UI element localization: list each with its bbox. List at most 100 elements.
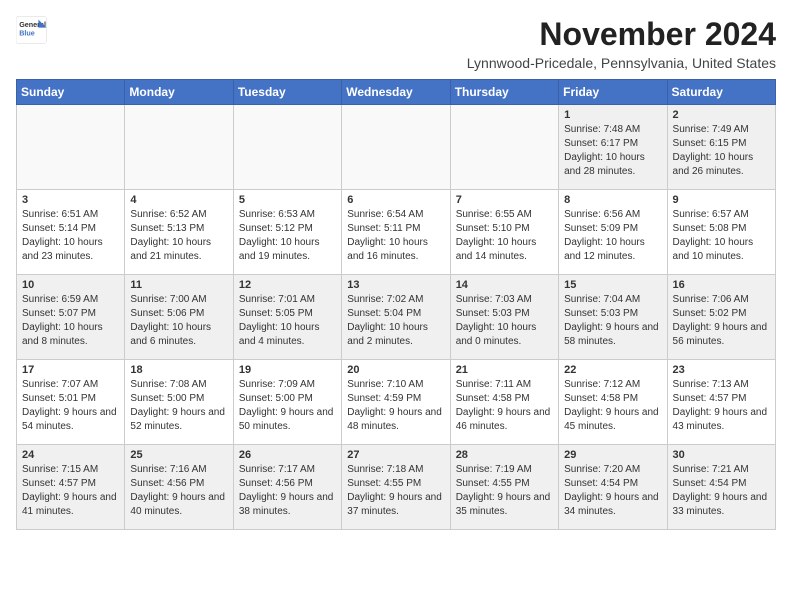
day-info: Sunrise: 6:55 AM Sunset: 5:10 PM Dayligh… xyxy=(456,208,553,264)
location: Lynnwood-Pricedale, Pennsylvania, United… xyxy=(467,55,776,71)
day-header: Thursday xyxy=(450,80,558,105)
day-info: Sunrise: 7:00 AM Sunset: 5:06 PM Dayligh… xyxy=(130,293,227,349)
calendar-cell xyxy=(125,105,233,190)
calendar-cell xyxy=(17,105,125,190)
calendar-cell xyxy=(233,105,341,190)
calendar-cell: 21 Sunrise: 7:11 AM Sunset: 4:58 PM Dayli… xyxy=(450,360,558,445)
day-info: Sunrise: 7:03 AM Sunset: 5:03 PM Dayligh… xyxy=(456,293,553,349)
day-info: Sunrise: 7:21 AM Sunset: 4:54 PM Dayligh… xyxy=(673,463,770,519)
calendar-cell: 10 Sunrise: 6:59 AM Sunset: 5:07 PM Dayli… xyxy=(17,275,125,360)
day-info: Sunrise: 7:16 AM Sunset: 4:56 PM Dayligh… xyxy=(130,463,227,519)
day-info: Sunrise: 7:01 AM Sunset: 5:05 PM Dayligh… xyxy=(239,293,336,349)
calendar-cell: 19 Sunrise: 7:09 AM Sunset: 5:00 PM Dayli… xyxy=(233,360,341,445)
calendar-cell: 18 Sunrise: 7:08 AM Sunset: 5:00 PM Dayli… xyxy=(125,360,233,445)
day-number: 15 xyxy=(564,279,661,291)
calendar-cell: 25 Sunrise: 7:16 AM Sunset: 4:56 PM Dayli… xyxy=(125,445,233,530)
day-header: Monday xyxy=(125,80,233,105)
day-number: 25 xyxy=(130,449,227,461)
day-number: 26 xyxy=(239,449,336,461)
day-info: Sunrise: 7:18 AM Sunset: 4:55 PM Dayligh… xyxy=(347,463,444,519)
day-info: Sunrise: 7:04 AM Sunset: 5:03 PM Dayligh… xyxy=(564,293,661,349)
day-info: Sunrise: 7:07 AM Sunset: 5:01 PM Dayligh… xyxy=(22,378,119,434)
day-number: 16 xyxy=(673,279,770,291)
day-info: Sunrise: 7:12 AM Sunset: 4:58 PM Dayligh… xyxy=(564,378,661,434)
day-header: Sunday xyxy=(17,80,125,105)
day-header: Friday xyxy=(559,80,667,105)
calendar-cell: 9Sunrise: 6:57 AM Sunset: 5:08 PM Daylig… xyxy=(667,190,775,275)
calendar-cell: 26 Sunrise: 7:17 AM Sunset: 4:56 PM Dayli… xyxy=(233,445,341,530)
day-info: Sunrise: 7:09 AM Sunset: 5:00 PM Dayligh… xyxy=(239,378,336,434)
day-number: 8 xyxy=(564,194,661,206)
calendar-body: 1 Sunrise: 7:48 AM Sunset: 6:17 PM Daylig… xyxy=(17,105,776,530)
day-number: 27 xyxy=(347,449,444,461)
day-info: Sunrise: 7:19 AM Sunset: 4:55 PM Dayligh… xyxy=(456,463,553,519)
day-number: 18 xyxy=(130,364,227,376)
day-number: 12 xyxy=(239,279,336,291)
calendar-cell: 29Sunrise: 7:20 AM Sunset: 4:54 PM Dayli… xyxy=(559,445,667,530)
title-area: November 2024 Lynnwood-Pricedale, Pennsy… xyxy=(467,16,776,71)
day-number: 24 xyxy=(22,449,119,461)
day-number: 23 xyxy=(673,364,770,376)
day-info: Sunrise: 7:13 AM Sunset: 4:57 PM Dayligh… xyxy=(673,378,770,434)
day-info: Sunrise: 6:59 AM Sunset: 5:07 PM Dayligh… xyxy=(22,293,119,349)
day-info: Sunrise: 7:10 AM Sunset: 4:59 PM Dayligh… xyxy=(347,378,444,434)
calendar-cell: 22 Sunrise: 7:12 AM Sunset: 4:58 PM Dayli… xyxy=(559,360,667,445)
day-header: Saturday xyxy=(667,80,775,105)
logo: General Blue xyxy=(16,16,48,44)
calendar-week: 10 Sunrise: 6:59 AM Sunset: 5:07 PM Dayli… xyxy=(17,275,776,360)
day-info: Sunrise: 7:49 AM Sunset: 6:15 PM Dayligh… xyxy=(673,123,770,179)
calendar-cell: 4 Sunrise: 6:52 AM Sunset: 5:13 PM Daylig… xyxy=(125,190,233,275)
day-info: Sunrise: 7:15 AM Sunset: 4:57 PM Dayligh… xyxy=(22,463,119,519)
day-info: Sunrise: 6:51 AM Sunset: 5:14 PM Dayligh… xyxy=(22,208,119,264)
day-info: Sunrise: 7:11 AM Sunset: 4:58 PM Dayligh… xyxy=(456,378,553,434)
calendar-cell: 1 Sunrise: 7:48 AM Sunset: 6:17 PM Daylig… xyxy=(559,105,667,190)
calendar-cell: 28 Sunrise: 7:19 AM Sunset: 4:55 PM Dayli… xyxy=(450,445,558,530)
day-number: 30 xyxy=(673,449,770,461)
day-info: Sunrise: 6:57 AM Sunset: 5:08 PM Dayligh… xyxy=(673,208,770,264)
day-number: 11 xyxy=(130,279,227,291)
day-number: 2 xyxy=(673,109,770,121)
svg-text:Blue: Blue xyxy=(19,29,35,38)
day-number: 5 xyxy=(239,194,336,206)
day-info: Sunrise: 7:08 AM Sunset: 5:00 PM Dayligh… xyxy=(130,378,227,434)
day-number: 28 xyxy=(456,449,553,461)
day-number: 22 xyxy=(564,364,661,376)
day-number: 10 xyxy=(22,279,119,291)
day-info: Sunrise: 6:53 AM Sunset: 5:12 PM Dayligh… xyxy=(239,208,336,264)
logo-icon: General Blue xyxy=(16,16,48,44)
calendar-cell: 3Sunrise: 6:51 AM Sunset: 5:14 PM Daylig… xyxy=(17,190,125,275)
calendar-cell: 15 Sunrise: 7:04 AM Sunset: 5:03 PM Dayli… xyxy=(559,275,667,360)
calendar-cell: 16 Sunrise: 7:06 AM Sunset: 5:02 PM Dayli… xyxy=(667,275,775,360)
day-info: Sunrise: 6:52 AM Sunset: 5:13 PM Dayligh… xyxy=(130,208,227,264)
day-info: Sunrise: 6:56 AM Sunset: 5:09 PM Dayligh… xyxy=(564,208,661,264)
header: General Blue November 2024 Lynnwood-Pric… xyxy=(16,16,776,71)
calendar-week: 1 Sunrise: 7:48 AM Sunset: 6:17 PM Daylig… xyxy=(17,105,776,190)
calendar-cell xyxy=(342,105,450,190)
day-info: Sunrise: 7:20 AM Sunset: 4:54 PM Dayligh… xyxy=(564,463,661,519)
month-title: November 2024 xyxy=(467,16,776,53)
day-number: 21 xyxy=(456,364,553,376)
calendar-cell: 27 Sunrise: 7:18 AM Sunset: 4:55 PM Dayli… xyxy=(342,445,450,530)
calendar-cell: 14Sunrise: 7:03 AM Sunset: 5:03 PM Dayli… xyxy=(450,275,558,360)
day-info: Sunrise: 6:54 AM Sunset: 5:11 PM Dayligh… xyxy=(347,208,444,264)
calendar-cell: 11 Sunrise: 7:00 AM Sunset: 5:06 PM Dayli… xyxy=(125,275,233,360)
calendar-cell xyxy=(450,105,558,190)
calendar-cell: 5 Sunrise: 6:53 AM Sunset: 5:12 PM Daylig… xyxy=(233,190,341,275)
day-number: 17 xyxy=(22,364,119,376)
day-info: Sunrise: 7:17 AM Sunset: 4:56 PM Dayligh… xyxy=(239,463,336,519)
day-info: Sunrise: 7:06 AM Sunset: 5:02 PM Dayligh… xyxy=(673,293,770,349)
day-number: 19 xyxy=(239,364,336,376)
calendar-cell: 2 Sunrise: 7:49 AM Sunset: 6:15 PM Daylig… xyxy=(667,105,775,190)
calendar-week: 24 Sunrise: 7:15 AM Sunset: 4:57 PM Dayli… xyxy=(17,445,776,530)
calendar-cell: 17 Sunrise: 7:07 AM Sunset: 5:01 PM Dayli… xyxy=(17,360,125,445)
calendar-cell: 7Sunrise: 6:55 AM Sunset: 5:10 PM Daylig… xyxy=(450,190,558,275)
day-header: Wednesday xyxy=(342,80,450,105)
calendar-cell: 12 Sunrise: 7:01 AM Sunset: 5:05 PM Dayli… xyxy=(233,275,341,360)
calendar-week: 3Sunrise: 6:51 AM Sunset: 5:14 PM Daylig… xyxy=(17,190,776,275)
day-number: 4 xyxy=(130,194,227,206)
calendar-cell: 6Sunrise: 6:54 AM Sunset: 5:11 PM Daylig… xyxy=(342,190,450,275)
day-number: 1 xyxy=(564,109,661,121)
day-number: 20 xyxy=(347,364,444,376)
calendar-header: SundayMondayTuesdayWednesdayThursdayFrid… xyxy=(17,80,776,105)
day-info: Sunrise: 7:48 AM Sunset: 6:17 PM Dayligh… xyxy=(564,123,661,179)
